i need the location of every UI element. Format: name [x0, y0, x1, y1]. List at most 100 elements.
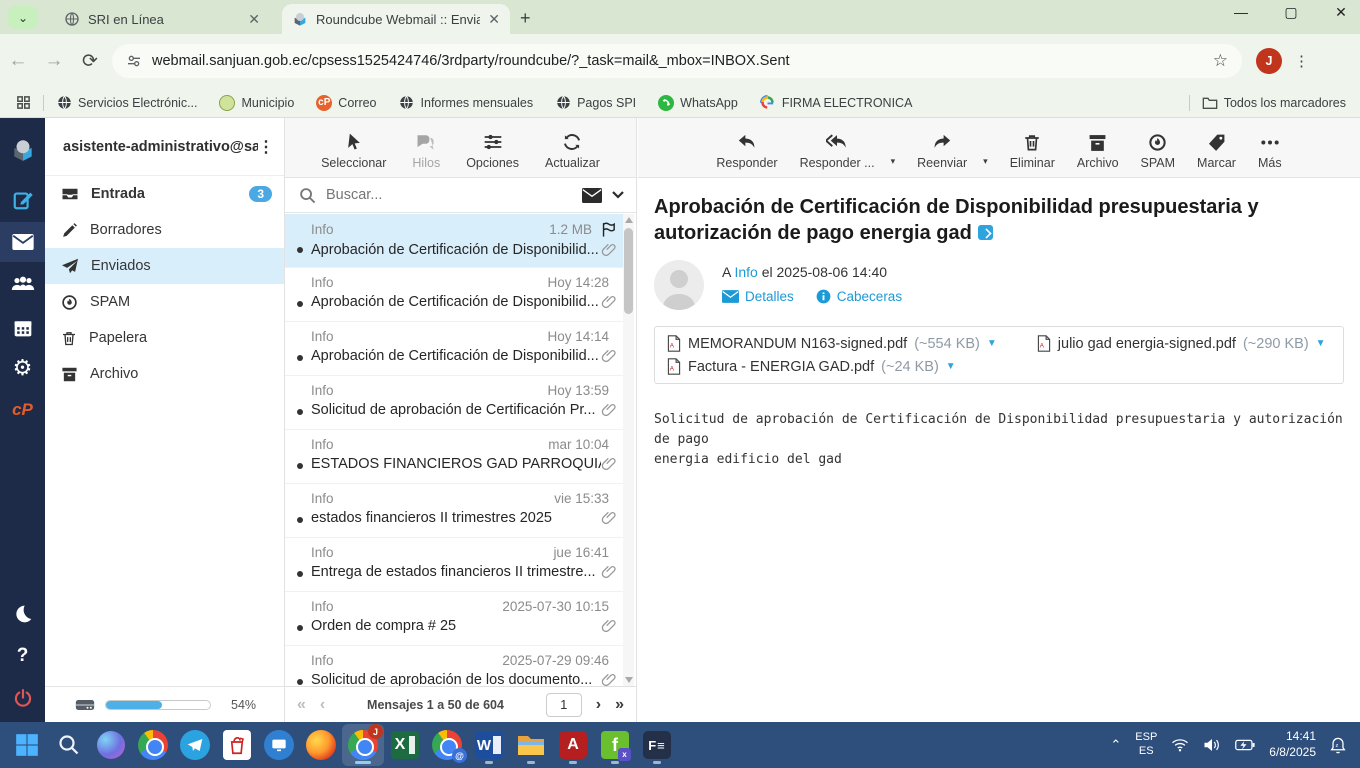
spam-button[interactable]: SPAM — [1141, 133, 1175, 170]
tab-roundcube[interactable]: Roundcube Webmail :: Enviados ✕ — [282, 4, 510, 34]
taskbar-word-button[interactable]: W — [468, 724, 510, 766]
attachment-item[interactable]: A julio gad energia-signed.pdf (~290 KB)… — [1037, 335, 1326, 352]
forward-menu-icon[interactable]: ▾ — [983, 156, 988, 167]
recipient-link[interactable]: Info — [734, 264, 757, 280]
taskbar-excel-button[interactable]: X — [384, 724, 426, 766]
taskbar-recycle-app-button[interactable] — [216, 724, 258, 766]
start-button[interactable] — [6, 724, 48, 766]
logout-power-icon[interactable] — [0, 678, 45, 718]
taskbar-feo-app-button[interactable]: F≡ — [636, 724, 678, 766]
scroll-down-icon[interactable] — [625, 677, 633, 683]
dark-mode-moon-icon[interactable] — [0, 594, 45, 634]
wifi-icon[interactable] — [1171, 738, 1189, 752]
reload-icon[interactable]: ⟳ — [72, 50, 108, 73]
taskbar-chrome-button[interactable] — [132, 724, 174, 766]
attachment-menu-icon[interactable]: ▼ — [946, 361, 956, 372]
taskbar-acrobat-button[interactable]: A — [552, 724, 594, 766]
profile-avatar[interactable]: J — [1256, 48, 1282, 74]
site-info-icon[interactable] — [126, 53, 142, 69]
message-row[interactable]: Info 2025-07-30 10:15 Orden de compra # 2… — [285, 592, 625, 646]
taskbar-explorer-button[interactable] — [510, 724, 552, 766]
taskbar-remote-app-button[interactable] — [258, 724, 300, 766]
open-in-new-window-icon[interactable] — [977, 225, 993, 240]
forward-icon[interactable]: → — [36, 50, 72, 72]
more-button[interactable]: Más — [1258, 133, 1282, 170]
page-number-input[interactable]: 1 — [545, 692, 582, 717]
clock[interactable]: 14:41 6/8/2025 — [1269, 729, 1316, 760]
select-button[interactable]: Seleccionar — [321, 132, 386, 170]
delete-button[interactable]: Eliminar — [1010, 133, 1055, 170]
first-page-icon[interactable]: « — [297, 696, 306, 714]
folder-trash[interactable]: Papelera — [45, 320, 284, 356]
bookmark-servicios[interactable]: Servicios Electrónic... — [56, 95, 197, 111]
flag-icon[interactable] — [600, 221, 617, 238]
attachment-item[interactable]: A Factura - ENERGIA GAD.pdf (~24 KB) ▼ — [667, 358, 1331, 375]
forward-button[interactable]: Reenviar — [917, 134, 967, 170]
tray-expand-icon[interactable]: ⌃ — [1110, 737, 1121, 753]
taskbar-chrome-profile-button[interactable]: J — [342, 724, 384, 766]
account-menu-icon[interactable]: ⋮ — [258, 137, 274, 157]
folder-inbox[interactable]: Entrada 3 — [45, 176, 284, 212]
threads-button[interactable]: Hilos — [412, 132, 440, 170]
new-tab-button[interactable]: + — [520, 8, 531, 29]
language-indicator[interactable]: ESP ES — [1135, 731, 1157, 759]
settings-gear-icon[interactable]: ⚙ — [0, 348, 45, 388]
message-row[interactable]: Info Hoy 14:14 Aprobación de Certificació… — [285, 322, 625, 376]
tab-sri[interactable]: SRI en Línea ✕ — [54, 4, 270, 34]
taskbar-copilot-button[interactable] — [90, 724, 132, 766]
bookmark-firma[interactable]: FIRMA ELECTRONICA — [760, 95, 912, 111]
message-row[interactable]: Info jue 16:41 Entrega de estados financi… — [285, 538, 625, 592]
window-close-button[interactable]: ✕ — [1326, 4, 1356, 21]
mail-module-button[interactable] — [0, 222, 45, 262]
contacts-button[interactable] — [0, 264, 45, 304]
bookmark-correo[interactable]: cP Correo — [316, 94, 377, 111]
compose-button[interactable] — [0, 180, 45, 220]
scroll-up-icon[interactable] — [625, 217, 633, 223]
address-bar[interactable]: webmail.sanjuan.gob.ec/cpsess1525424746/… — [112, 44, 1242, 78]
apps-grid-icon[interactable] — [16, 95, 31, 110]
help-icon[interactable]: ? — [0, 636, 45, 676]
taskbar-telegram-button[interactable] — [174, 724, 216, 766]
reply-all-menu-icon[interactable]: ▾ — [891, 156, 896, 167]
scrollbar-thumb[interactable] — [624, 228, 633, 314]
battery-icon[interactable] — [1235, 739, 1255, 751]
reply-all-button[interactable]: Responder ... — [800, 134, 875, 170]
all-bookmarks-button[interactable]: Todos los marcadores — [1202, 96, 1346, 110]
prev-page-icon[interactable]: ‹ — [320, 696, 325, 714]
calendar-button[interactable] — [0, 308, 45, 348]
refresh-button[interactable]: Actualizar — [545, 132, 600, 170]
close-tab-icon[interactable]: ✕ — [488, 11, 500, 28]
next-page-icon[interactable]: › — [596, 696, 601, 714]
search-input[interactable] — [326, 187, 572, 203]
notification-bell-icon[interactable]: z — [1330, 737, 1346, 754]
last-page-icon[interactable]: » — [615, 696, 624, 714]
folder-spam[interactable]: SPAM — [45, 284, 284, 320]
message-row[interactable]: Info mar 10:04 ESTADOS FINANCIEROS GAD PA… — [285, 430, 625, 484]
back-icon[interactable]: ← — [0, 50, 36, 72]
list-scrollbar[interactable] — [623, 214, 634, 686]
options-button[interactable]: Opciones — [466, 132, 519, 170]
taskbar-finance-app-button[interactable]: f x — [594, 724, 636, 766]
taskbar-firefox-button[interactable] — [300, 724, 342, 766]
message-row[interactable]: Info 2025-07-29 09:46 Solicitud de aproba… — [285, 646, 625, 686]
volume-icon[interactable] — [1203, 738, 1221, 752]
folder-archive[interactable]: Archivo — [45, 356, 284, 392]
close-tab-icon[interactable]: ✕ — [248, 11, 260, 28]
reply-button[interactable]: Responder — [716, 134, 778, 170]
bookmark-star-icon[interactable]: ☆ — [1213, 51, 1228, 71]
bookmark-municipio[interactable]: Municipio — [219, 94, 294, 111]
attachment-menu-icon[interactable]: ▼ — [987, 338, 997, 349]
account-header[interactable]: asistente-administrativo@sa... ⋮ — [45, 118, 284, 176]
tab-search-button[interactable]: ⌄ — [8, 6, 38, 29]
folder-drafts[interactable]: Borradores — [45, 212, 284, 248]
message-row[interactable]: Info Hoy 13:59 Solicitud de aprobación de… — [285, 376, 625, 430]
search-options-chevron-icon[interactable] — [612, 191, 624, 199]
message-row[interactable]: Info Hoy 14:28 Aprobación de Certificació… — [285, 268, 625, 322]
window-maximize-button[interactable]: ▢ — [1276, 4, 1306, 21]
archive-button[interactable]: Archivo — [1077, 134, 1119, 170]
cpanel-button[interactable]: cP — [0, 390, 45, 430]
details-link[interactable]: Detalles — [745, 289, 794, 304]
bookmark-whatsapp[interactable]: WhatsApp — [658, 94, 738, 111]
window-minimize-button[interactable]: — — [1226, 4, 1256, 20]
mark-button[interactable]: Marcar — [1197, 133, 1236, 170]
